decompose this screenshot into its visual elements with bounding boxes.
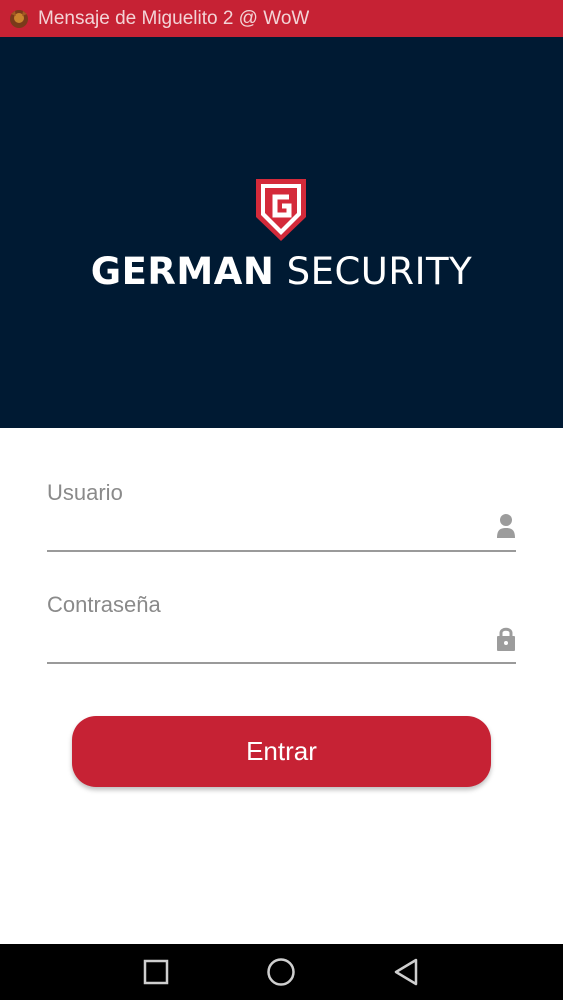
username-underline <box>47 550 516 552</box>
lock-icon <box>496 624 516 652</box>
notification-text: Mensaje de Miguelito 2 @ WoW <box>38 7 310 29</box>
password-input[interactable] <box>47 628 483 662</box>
shield-g-logo <box>256 179 306 241</box>
username-input[interactable] <box>47 516 483 550</box>
brand-header: GERMAN SECURITY <box>0 37 563 428</box>
username-field[interactable]: Usuario <box>47 480 516 552</box>
recents-square-icon[interactable] <box>141 957 171 987</box>
brand-name: GERMAN SECURITY <box>0 250 563 293</box>
game-avatar-icon <box>8 8 30 30</box>
back-triangle-icon[interactable] <box>391 957 421 987</box>
password-field[interactable]: Contraseña <box>47 592 516 664</box>
notification-bar[interactable]: Mensaje de Miguelito 2 @ WoW <box>0 0 563 37</box>
system-navigation-bar <box>0 944 563 1000</box>
home-circle-icon[interactable] <box>266 957 296 987</box>
username-label: Usuario <box>47 480 123 505</box>
brand-name-bold: GERMAN <box>90 250 275 293</box>
password-underline <box>47 662 516 664</box>
brand-name-light: SECURITY <box>286 250 473 293</box>
enter-button[interactable]: Entrar <box>72 716 491 787</box>
person-icon <box>496 512 516 540</box>
password-label: Contraseña <box>47 592 161 617</box>
